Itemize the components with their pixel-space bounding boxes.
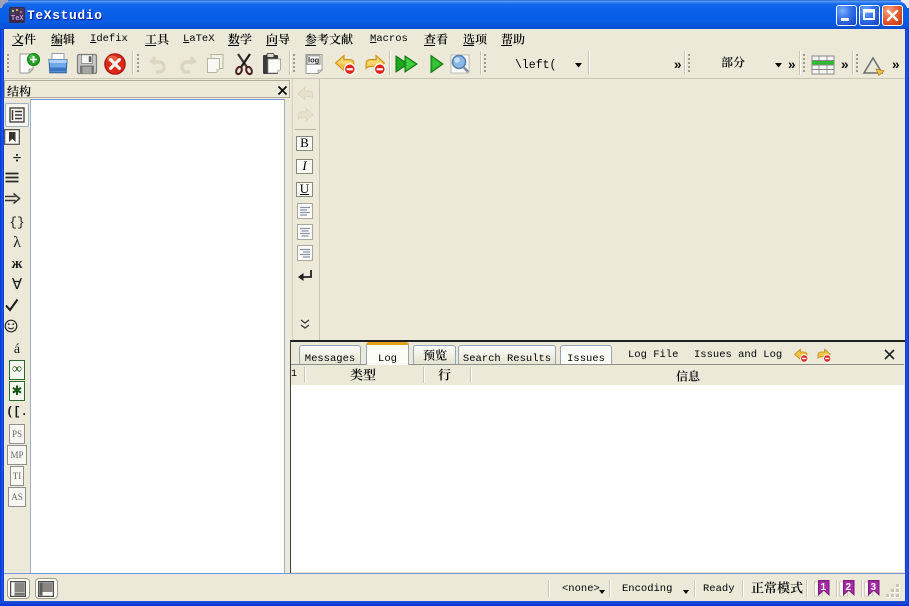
- svg-text:2: 2: [846, 582, 852, 593]
- svg-text:3: 3: [871, 582, 877, 593]
- svg-text:1: 1: [821, 582, 827, 593]
- svg-text:TeX: TeX: [11, 15, 24, 23]
- svg-text:log: log: [308, 55, 320, 64]
